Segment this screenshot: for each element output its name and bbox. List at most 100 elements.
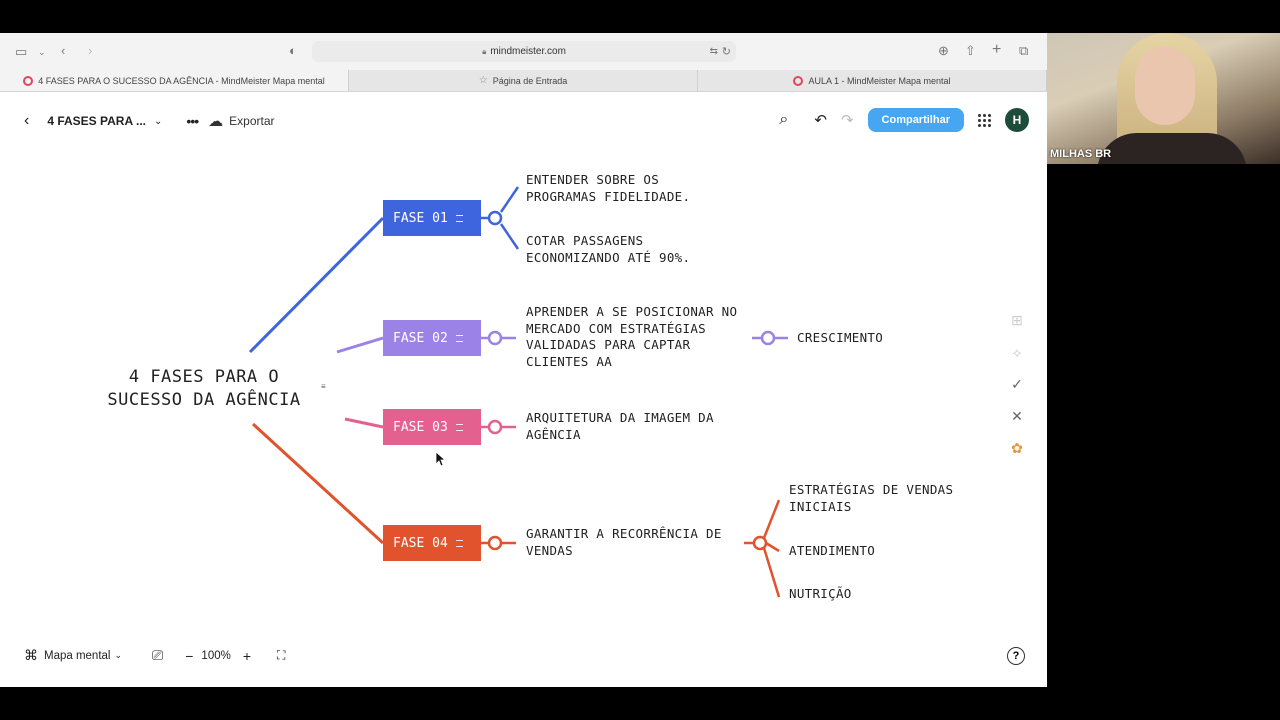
mouse-cursor xyxy=(435,451,447,467)
subtopic-nutricao[interactable]: NUTRIÇÃO xyxy=(789,586,909,603)
fit-screen-icon[interactable]: ⛶ xyxy=(277,648,285,663)
sidebar-toggle-icon[interactable]: ▭ xyxy=(15,45,27,59)
mindmeister-icon xyxy=(23,75,34,86)
browser-toolbar: ▭ ⌄ ‹ › ◐ 🔒︎ mindmeister.com ⇆ ↻ ⊕ ⇧ + ⧉ xyxy=(0,33,1047,70)
subtopic-estrategias[interactable]: ESTRATÉGIAS DE VENDAS INICIAIS xyxy=(789,482,974,515)
zoom-in-icon[interactable]: + xyxy=(243,648,251,664)
export-button[interactable]: ☁ Exportar xyxy=(208,112,274,130)
document-title[interactable]: 4 FASES PARA ... xyxy=(47,114,146,128)
webcam-overlay: MILHAS BR xyxy=(1047,33,1280,164)
connector-fase01-child2 xyxy=(499,223,520,250)
apps-grid-icon[interactable] xyxy=(978,113,991,127)
download-icon[interactable]: ⊕ xyxy=(938,44,949,58)
note-icon[interactable] xyxy=(455,334,463,342)
layout-icon[interactable]: ⊞ xyxy=(1007,310,1027,330)
rocket-icon[interactable]: ⟡ xyxy=(1007,342,1027,362)
topic-fase-02[interactable]: FASE 02 xyxy=(383,320,481,356)
subtopic-crescimento[interactable]: CRESCIMENTO xyxy=(797,330,917,347)
checkmark-icon[interactable]: ✓ xyxy=(1007,374,1027,394)
bottom-toolbar: ⌘ Mapa mental ⌄ ⎚ − 100% + ⛶ xyxy=(24,647,285,664)
fase04-child-collapse xyxy=(752,535,768,551)
url-text: mindmeister.com xyxy=(490,46,566,57)
share-button[interactable]: Compartilhar xyxy=(867,108,964,132)
topic-label: FASE 02 xyxy=(393,330,448,346)
back-icon[interactable]: ‹ xyxy=(16,112,37,130)
subtopic-arquitetura[interactable]: ARQUITETURA DA IMAGEM DA AGÊNCIA xyxy=(526,410,741,443)
subtopic-cotar[interactable]: COTAR PASSAGENS ECONOMIZANDO ATÉ 90%. xyxy=(526,233,726,266)
search-icon[interactable]: ⌕ xyxy=(779,111,788,129)
presenter-face xyxy=(1135,47,1195,125)
subtopic-recorrencia[interactable]: GARANTIR A RECORRÊNCIA DE VENDAS xyxy=(526,526,741,559)
forward-icon[interactable]: › xyxy=(88,44,92,58)
back-icon[interactable]: ‹ xyxy=(61,44,65,58)
subtopic-posicionar[interactable]: APRENDER A SE POSICIONAR NO MERCADO COM … xyxy=(526,304,748,370)
connector-fase04-gc2 xyxy=(765,541,780,553)
chevron-down-icon[interactable]: ⌄ xyxy=(114,650,122,661)
export-label: Exportar xyxy=(229,114,275,128)
presentation-icon[interactable]: ⎚ xyxy=(152,647,163,664)
fase03-collapse xyxy=(487,419,503,435)
connector-root-fase04 xyxy=(251,422,385,545)
side-toolbar: ⊞ ⟡ ✓ ✕ ✿ xyxy=(1004,310,1030,458)
connector-root-fase03 xyxy=(344,417,384,429)
mindmap-mode-icon[interactable]: ⌘ xyxy=(24,647,38,664)
tab-label: 4 FASES PARA O SUCESSO DA AGÊNCIA - Mind… xyxy=(38,75,325,86)
root-note-icon[interactable]: ≡ xyxy=(321,382,326,391)
mindmeister-icon xyxy=(793,75,804,86)
connector-fase01-child1 xyxy=(499,186,520,213)
subtopic-programas[interactable]: ENTENDER SOBRE OS PROGRAMAS FIDELIDADE. xyxy=(526,172,726,205)
presenter-body xyxy=(1097,133,1247,164)
root-topic[interactable]: 4 FASES PARA O SUCESSO DA AGÊNCIA xyxy=(88,366,320,412)
theme-palette-icon[interactable]: ✿ xyxy=(1007,438,1027,458)
redo-icon[interactable]: ↷ xyxy=(841,111,854,129)
user-avatar[interactable]: H xyxy=(1005,108,1029,132)
view-mode-select[interactable]: Mapa mental xyxy=(44,650,110,662)
tab-mindmap[interactable]: 4 FASES PARA O SUCESSO DA AGÊNCIA - Mind… xyxy=(0,70,349,91)
reload-icon[interactable]: ↻ xyxy=(722,45,731,58)
fase04-collapse xyxy=(487,535,503,551)
shield-icon[interactable]: ◐ xyxy=(289,44,297,58)
fase02-collapse xyxy=(487,330,503,346)
more-options-icon[interactable]: ••• xyxy=(186,113,199,129)
share-icon[interactable]: ⇧ xyxy=(965,44,976,58)
webcam-name-label: MILHAS BR xyxy=(1050,148,1112,160)
chevron-down-icon[interactable]: ⌄ xyxy=(154,116,162,127)
help-icon[interactable]: ? xyxy=(1007,647,1025,665)
translate-icon[interactable]: ⇆ xyxy=(710,46,718,57)
new-tab-icon[interactable]: + xyxy=(992,42,1001,58)
tab-bar: 4 FASES PARA O SUCESSO DA AGÊNCIA - Mind… xyxy=(0,70,1047,92)
connector-root-fase01 xyxy=(248,216,385,354)
browser-window: ▭ ⌄ ‹ › ◐ 🔒︎ mindmeister.com ⇆ ↻ ⊕ ⇧ + ⧉… xyxy=(0,33,1047,687)
topic-label: FASE 03 xyxy=(393,419,448,435)
connector-fase04-gc3 xyxy=(762,547,781,598)
undo-icon[interactable]: ↶ xyxy=(814,111,827,129)
star-icon: ☆ xyxy=(478,75,488,86)
top-right-toolbar: ⌕ ↶ ↷ Compartilhar H xyxy=(779,108,1029,132)
topic-fase-04[interactable]: FASE 04 xyxy=(383,525,481,561)
connect-icon[interactable]: ✕ xyxy=(1007,406,1027,426)
fase01-collapse xyxy=(487,210,503,226)
cloud-download-icon: ☁ xyxy=(208,113,224,130)
topic-label: FASE 04 xyxy=(393,535,448,551)
topic-fase-01[interactable]: FASE 01 xyxy=(383,200,481,236)
note-icon[interactable] xyxy=(455,539,463,547)
topic-fase-03[interactable]: FASE 03 xyxy=(383,409,481,445)
lock-icon: 🔒︎ xyxy=(482,46,487,56)
tab-aula1[interactable]: AULA 1 - MindMeister Mapa mental xyxy=(698,70,1047,91)
connector-fase04-gc1 xyxy=(762,499,781,539)
chevron-down-icon[interactable]: ⌄ xyxy=(38,45,46,59)
tab-label: AULA 1 - MindMeister Mapa mental xyxy=(808,75,951,86)
note-icon[interactable] xyxy=(455,214,463,222)
fase02-child-collapse xyxy=(760,330,776,346)
tab-home[interactable]: ☆ Página de Entrada xyxy=(349,70,698,91)
zoom-out-icon[interactable]: − xyxy=(185,648,193,664)
note-icon[interactable] xyxy=(455,423,463,431)
zoom-level: 100% xyxy=(201,649,231,662)
document-toolbar: ‹ 4 FASES PARA ... ⌄ ••• ☁ Exportar xyxy=(16,104,275,138)
url-field[interactable]: 🔒︎ mindmeister.com ⇆ ↻ xyxy=(312,41,736,62)
tab-overview-icon[interactable]: ⧉ xyxy=(1019,44,1028,58)
tab-label: Página de Entrada xyxy=(492,75,568,86)
topic-label: FASE 01 xyxy=(393,210,448,226)
subtopic-atendimento[interactable]: ATENDIMENTO xyxy=(789,543,909,560)
connector-root-fase02 xyxy=(336,336,384,354)
